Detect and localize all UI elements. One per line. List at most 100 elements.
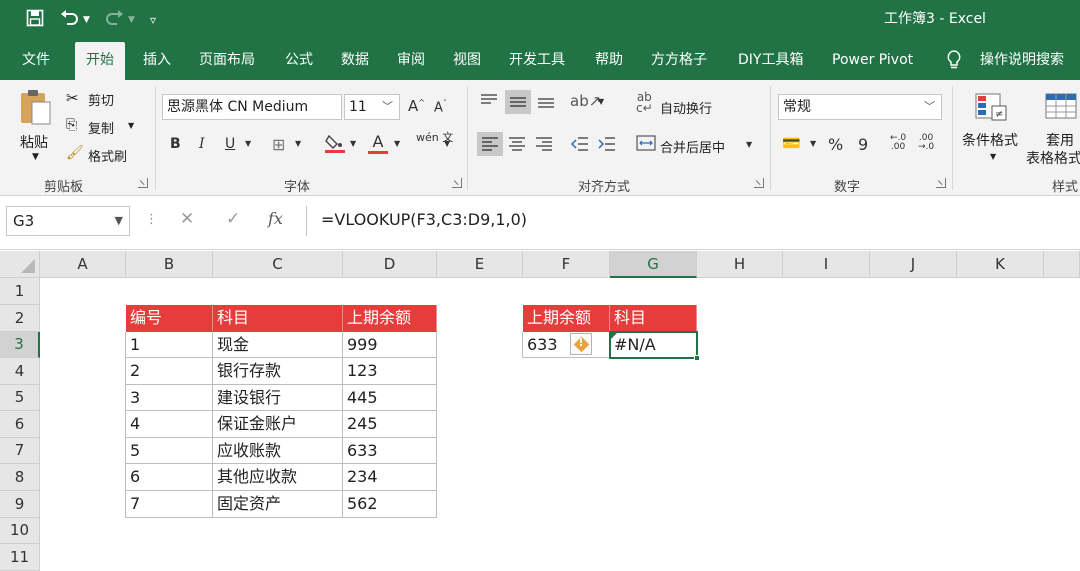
copy-icon[interactable]: ⎘ <box>66 117 77 133</box>
lookup-header-cell[interactable]: 科目 <box>610 305 697 332</box>
table-cell[interactable]: 6 <box>126 464 213 491</box>
table-header-cell[interactable]: 编号 <box>126 305 213 332</box>
lookup-value-cell[interactable]: 633 <box>523 332 610 358</box>
column-header[interactable]: I <box>783 251 870 278</box>
table-cell[interactable]: 562 <box>343 491 437 518</box>
paste-button[interactable]: 粘贴 <box>20 132 48 152</box>
row-header-selected[interactable]: 3 <box>0 332 40 358</box>
row-header[interactable]: 8 <box>0 464 40 491</box>
increase-decimal-icon[interactable]: ←.0.00 <box>890 134 906 152</box>
align-right-icon[interactable] <box>534 135 554 157</box>
clipboard-launcher-icon[interactable] <box>138 178 148 188</box>
column-header[interactable]: C <box>213 251 343 278</box>
column-header[interactable]: B <box>126 251 213 278</box>
row-header[interactable]: 6 <box>0 411 40 438</box>
tab-developer[interactable]: 开发工具 <box>498 42 576 80</box>
accounting-format-icon[interactable]: 💳 <box>782 134 801 152</box>
font-color-dropdown-icon[interactable]: ▼ <box>394 139 400 148</box>
table-cell[interactable]: 999 <box>343 332 437 358</box>
table-cell[interactable]: 现金 <box>213 332 343 358</box>
table-cell[interactable]: 1 <box>126 332 213 358</box>
paste-icon[interactable] <box>18 88 52 130</box>
table-cell[interactable]: 应收账款 <box>213 438 343 464</box>
table-cell[interactable]: 5 <box>126 438 213 464</box>
align-bottom-icon[interactable] <box>536 92 556 114</box>
table-header-cell[interactable]: 上期余额 <box>343 305 437 332</box>
table-cell[interactable]: 固定资产 <box>213 491 343 518</box>
number-launcher-icon[interactable] <box>936 178 946 188</box>
row-header[interactable]: 10 <box>0 518 40 544</box>
tab-formulas[interactable]: 公式 <box>274 42 324 80</box>
cancel-icon[interactable]: ✕ <box>180 209 194 229</box>
merge-center-button[interactable]: 合并后居中 <box>660 137 725 156</box>
row-header[interactable]: 4 <box>0 358 40 385</box>
tab-data[interactable]: 数据 <box>330 42 380 80</box>
copy-button[interactable]: 复制 <box>88 118 114 137</box>
grow-font-button[interactable]: A^ <box>408 97 425 115</box>
table-cell[interactable]: 其他应收款 <box>213 464 343 491</box>
phonetic-button[interactable]: wén 文 <box>416 132 453 143</box>
shrink-font-button[interactable]: Aˇ <box>434 99 447 115</box>
fill-color-dropdown-icon[interactable]: ▼ <box>350 139 356 148</box>
tab-file[interactable]: 文件 <box>11 42 61 80</box>
table-cell[interactable]: 2 <box>126 358 213 385</box>
column-header-selected[interactable]: G <box>610 251 697 278</box>
format-painter-icon[interactable]: 🖌 <box>66 145 84 161</box>
name-box[interactable]: G3 ▼ <box>6 206 130 236</box>
underline-button[interactable]: U <box>225 136 235 152</box>
font-color-button[interactable]: A <box>368 132 388 154</box>
tab-insert[interactable]: 插入 <box>132 42 182 80</box>
fill-color-icon[interactable] <box>324 132 346 158</box>
font-launcher-icon[interactable] <box>452 178 462 188</box>
orientation-icon[interactable]: ab↗ <box>570 92 601 110</box>
borders-icon[interactable]: ⊞ <box>272 135 285 154</box>
table-cell[interactable]: 建设银行 <box>213 385 343 411</box>
format-as-table-bottom[interactable]: 表格格式 <box>1026 148 1080 168</box>
tab-page-layout[interactable]: 页面布局 <box>188 42 266 80</box>
lookup-header-cell[interactable]: 上期余额 <box>523 305 610 332</box>
accounting-dropdown-icon[interactable]: ▼ <box>810 139 816 148</box>
decrease-decimal-icon[interactable]: .00 →.0 <box>918 134 934 152</box>
column-header[interactable]: K <box>957 251 1044 278</box>
save-icon[interactable] <box>26 9 44 31</box>
table-cell[interactable]: 245 <box>343 411 437 438</box>
orientation-dropdown-icon[interactable]: ▼ <box>598 97 604 106</box>
comma-style-button[interactable]: 9 <box>858 135 868 154</box>
row-header[interactable]: 11 <box>0 544 40 571</box>
cut-icon[interactable]: ✂ <box>66 89 79 107</box>
percent-button[interactable]: % <box>828 135 843 154</box>
formula-input[interactable]: =VLOOKUP(F3,C3:D9,1,0) <box>306 206 1080 236</box>
tab-view[interactable]: 视图 <box>442 42 492 80</box>
align-center-icon[interactable] <box>507 135 527 157</box>
conditional-formatting-button[interactable]: 条件格式 <box>962 130 1018 150</box>
row-header[interactable]: 2 <box>0 305 40 332</box>
wrap-text-icon[interactable]: ab c↵ <box>636 91 653 114</box>
column-header[interactable]: D <box>343 251 437 278</box>
font-name-select[interactable]: 思源黑体 CN Medium <box>162 94 342 120</box>
align-top-icon[interactable] <box>479 92 499 114</box>
table-cell[interactable]: 234 <box>343 464 437 491</box>
bold-button[interactable]: B <box>170 136 181 152</box>
table-cell[interactable]: 633 <box>343 438 437 464</box>
tab-home[interactable]: 开始 <box>75 42 125 80</box>
format-as-table-icon[interactable] <box>1044 92 1080 126</box>
tab-fangfang[interactable]: 方方格子 <box>640 42 718 80</box>
table-cell[interactable]: 3 <box>126 385 213 411</box>
column-header[interactable]: H <box>697 251 783 278</box>
undo-dropdown-icon[interactable]: ▼ <box>83 9 90 31</box>
format-as-table-top[interactable]: 套用 <box>1046 130 1074 150</box>
table-cell[interactable]: 4 <box>126 411 213 438</box>
merge-center-icon[interactable] <box>636 134 656 156</box>
increase-indent-icon[interactable] <box>597 135 617 157</box>
underline-dropdown-icon[interactable]: ▼ <box>245 139 251 148</box>
table-cell[interactable]: 保证金账户 <box>213 411 343 438</box>
copy-dropdown-icon[interactable]: ▼ <box>128 121 134 130</box>
tab-help[interactable]: 帮助 <box>584 42 634 80</box>
fill-handle[interactable] <box>694 355 700 361</box>
tab-diy-toolbox[interactable]: DIY工具箱 <box>727 42 814 80</box>
tab-power-pivot[interactable]: Power Pivot <box>821 42 924 80</box>
tell-me-search[interactable]: 操作说明搜索 <box>980 42 1064 80</box>
customize-qat-icon[interactable]: ▿ <box>150 9 156 31</box>
conditional-formatting-icon[interactable]: ≠ <box>974 92 1008 126</box>
row-header[interactable]: 1 <box>0 278 40 305</box>
